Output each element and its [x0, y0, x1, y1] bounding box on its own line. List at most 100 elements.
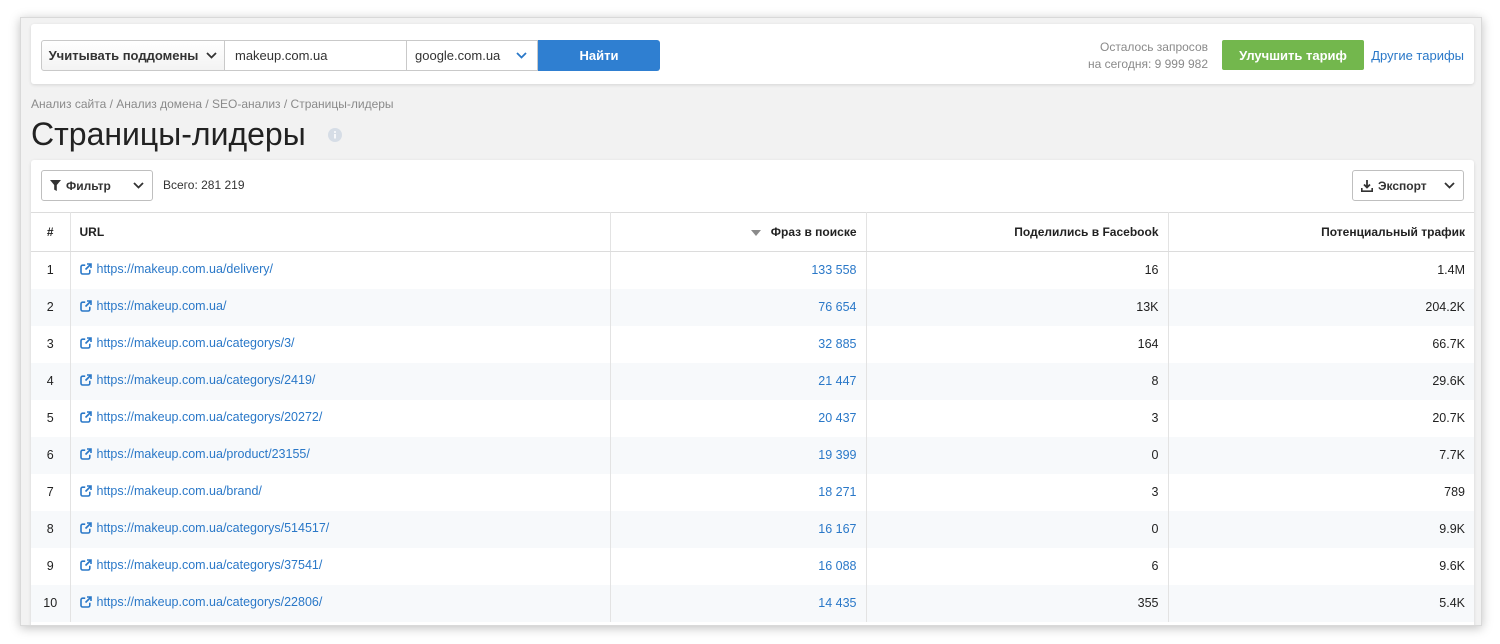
url-link[interactable]: https://makeup.com.ua/delivery/ [79, 262, 273, 277]
chevron-down-icon [1444, 182, 1455, 189]
facebook-cell: 0 [866, 510, 1169, 548]
domain-input[interactable] [225, 40, 407, 71]
pages-table: # URL Фраз в поиске Поделились в Faceboo… [31, 212, 1474, 622]
phrases-cell[interactable]: 16 167 [610, 510, 867, 548]
url-cell: https://makeup.com.ua/categorys/2419/ [70, 362, 611, 400]
row-number: 4 [31, 362, 71, 400]
table-row: 7 https://makeup.com.ua/brand/18 271 3 789 [31, 473, 1474, 511]
filter-label: Фильтр [66, 178, 111, 193]
table-row: 10 https://makeup.com.ua/categorys/22806/… [31, 584, 1474, 622]
traffic-cell: 20.7K [1432, 411, 1465, 425]
facebook-cell: 8 [866, 362, 1169, 400]
subdomains-dropdown[interactable]: Учитывать поддомены [41, 40, 225, 71]
facebook-cell: 164 [866, 325, 1169, 363]
facebook-cell: 355 [866, 584, 1169, 622]
traffic-cell: 789 [1444, 485, 1465, 499]
url-text: https://makeup.com.ua/brand/ [96, 484, 262, 498]
phrases-cell[interactable]: 19 399 [610, 436, 867, 474]
url-text: https://makeup.com.ua/categorys/22806/ [96, 595, 323, 609]
col-traffic-header[interactable]: Потенциальный трафик [1168, 212, 1474, 252]
external-link-icon [79, 522, 92, 534]
table-row: 1 https://makeup.com.ua/delivery/133 558 1… [31, 251, 1474, 289]
row-number: 8 [31, 510, 71, 548]
external-link-icon [79, 337, 92, 349]
filter-icon [50, 180, 61, 191]
phrases-cell[interactable]: 21 447 [610, 362, 867, 400]
external-link-icon [79, 559, 92, 571]
quota-line-1: Осталось запросов [1100, 40, 1208, 54]
phrases-cell[interactable]: 18 271 [610, 473, 867, 511]
search-form: Учитывать поддомены google.com.ua Найти [41, 40, 660, 71]
chevron-down-icon [206, 52, 218, 59]
url-link[interactable]: https://makeup.com.ua/categorys/37541/ [79, 558, 322, 572]
external-link-icon [79, 374, 92, 386]
url-link[interactable]: https://makeup.com.ua/categorys/3/ [79, 336, 295, 350]
external-link-icon [79, 485, 92, 497]
url-cell: https://makeup.com.ua/brand/ [70, 473, 611, 511]
search-engine-value: google.com.ua [415, 48, 501, 63]
filter-button[interactable]: Фильтр [41, 170, 153, 201]
url-link[interactable]: https://makeup.com.ua/brand/ [79, 484, 262, 498]
url-text: https://makeup.com.ua/categorys/20272/ [96, 410, 323, 424]
url-link[interactable]: https://makeup.com.ua/categorys/514517/ [79, 521, 330, 535]
export-button[interactable]: Экспорт [1352, 170, 1464, 201]
app-window: Учитывать поддомены google.com.ua Найти … [20, 17, 1482, 626]
col-url-header[interactable]: URL [70, 212, 611, 252]
phrases-cell[interactable]: 14 435 [610, 584, 867, 622]
url-text: https://makeup.com.ua/categorys/2419/ [96, 373, 316, 387]
external-link-icon [79, 263, 92, 276]
phrases-cell[interactable]: 76 654 [610, 288, 867, 326]
facebook-cell: 13K [866, 288, 1169, 326]
export-label: Экспорт [1378, 178, 1427, 193]
row-number: 3 [31, 325, 71, 363]
table-row: 9 https://makeup.com.ua/categorys/37541/1… [31, 547, 1474, 585]
url-text: https://makeup.com.ua/delivery/ [96, 262, 273, 277]
traffic-cell: 5.4K [1168, 584, 1474, 622]
results-panel: Фильтр Всего: 281 219 Экспорт # URL Фраз… [31, 160, 1474, 625]
url-text: https://makeup.com.ua/categorys/3/ [96, 336, 295, 350]
traffic-cell: 7.7K [1168, 436, 1474, 474]
search-button[interactable]: Найти [538, 40, 660, 71]
chevron-down-icon [516, 52, 527, 59]
search-bar: Учитывать поддомены google.com.ua Найти … [31, 24, 1474, 84]
phrases-cell[interactable]: 16 088 [610, 547, 867, 585]
url-cell: https://makeup.com.ua/categorys/514517/ [70, 510, 611, 548]
row-number: 6 [31, 436, 71, 474]
phrases-cell[interactable]: 20 437 [610, 399, 867, 437]
facebook-cell: 16 [866, 251, 1169, 289]
results-toolbar: Фильтр Всего: 281 219 Экспорт [31, 160, 1474, 212]
external-link-icon [79, 448, 92, 460]
traffic-cell: 9.6K [1439, 559, 1465, 573]
url-cell: https://makeup.com.ua/categorys/3/ [70, 325, 611, 363]
traffic-cell: 1.4M [1437, 263, 1465, 278]
download-icon [1361, 179, 1373, 192]
row-number: 9 [31, 547, 71, 585]
url-text: https://makeup.com.ua/product/23155/ [96, 447, 310, 461]
breadcrumb[interactable]: Анализ сайта / Анализ домена / SEO-анали… [31, 97, 394, 111]
traffic-cell: 29.6K [1168, 362, 1474, 400]
other-plans-link[interactable]: Другие тарифы [1371, 48, 1464, 63]
col-facebook-header[interactable]: Поделились в Facebook [866, 212, 1169, 252]
url-link[interactable]: https://makeup.com.ua/product/23155/ [79, 447, 310, 461]
phrases-cell[interactable]: 32 885 [610, 325, 867, 363]
url-link[interactable]: https://makeup.com.ua/categorys/2419/ [79, 373, 316, 387]
info-icon[interactable] [328, 128, 342, 142]
facebook-cell: 3 [866, 473, 1169, 511]
col-phrases-header[interactable]: Фраз в поиске [610, 212, 867, 252]
sort-desc-icon [750, 229, 761, 236]
external-link-icon [79, 300, 92, 312]
quota-line-2: на сегодня: 9 999 982 [1087, 57, 1208, 71]
row-number: 2 [31, 288, 71, 326]
search-engine-select[interactable]: google.com.ua [407, 40, 538, 71]
url-link[interactable]: https://makeup.com.ua/categorys/20272/ [79, 410, 323, 424]
url-link[interactable]: https://makeup.com.ua/ [79, 299, 227, 313]
upgrade-plan-button[interactable]: Улучшить тариф [1222, 40, 1364, 70]
url-link[interactable]: https://makeup.com.ua/categorys/22806/ [79, 595, 323, 609]
table-row: 6 https://makeup.com.ua/product/23155/19 … [31, 436, 1474, 474]
page-title: Страницы-лидеры [31, 116, 306, 152]
phrases-cell[interactable]: 133 558 [610, 251, 867, 289]
url-cell: https://makeup.com.ua/categorys/22806/ [70, 584, 611, 622]
table-row: 8 https://makeup.com.ua/categorys/514517/… [31, 510, 1474, 548]
url-text: https://makeup.com.ua/categorys/514517/ [96, 521, 330, 535]
url-text: https://makeup.com.ua/ [96, 299, 227, 313]
